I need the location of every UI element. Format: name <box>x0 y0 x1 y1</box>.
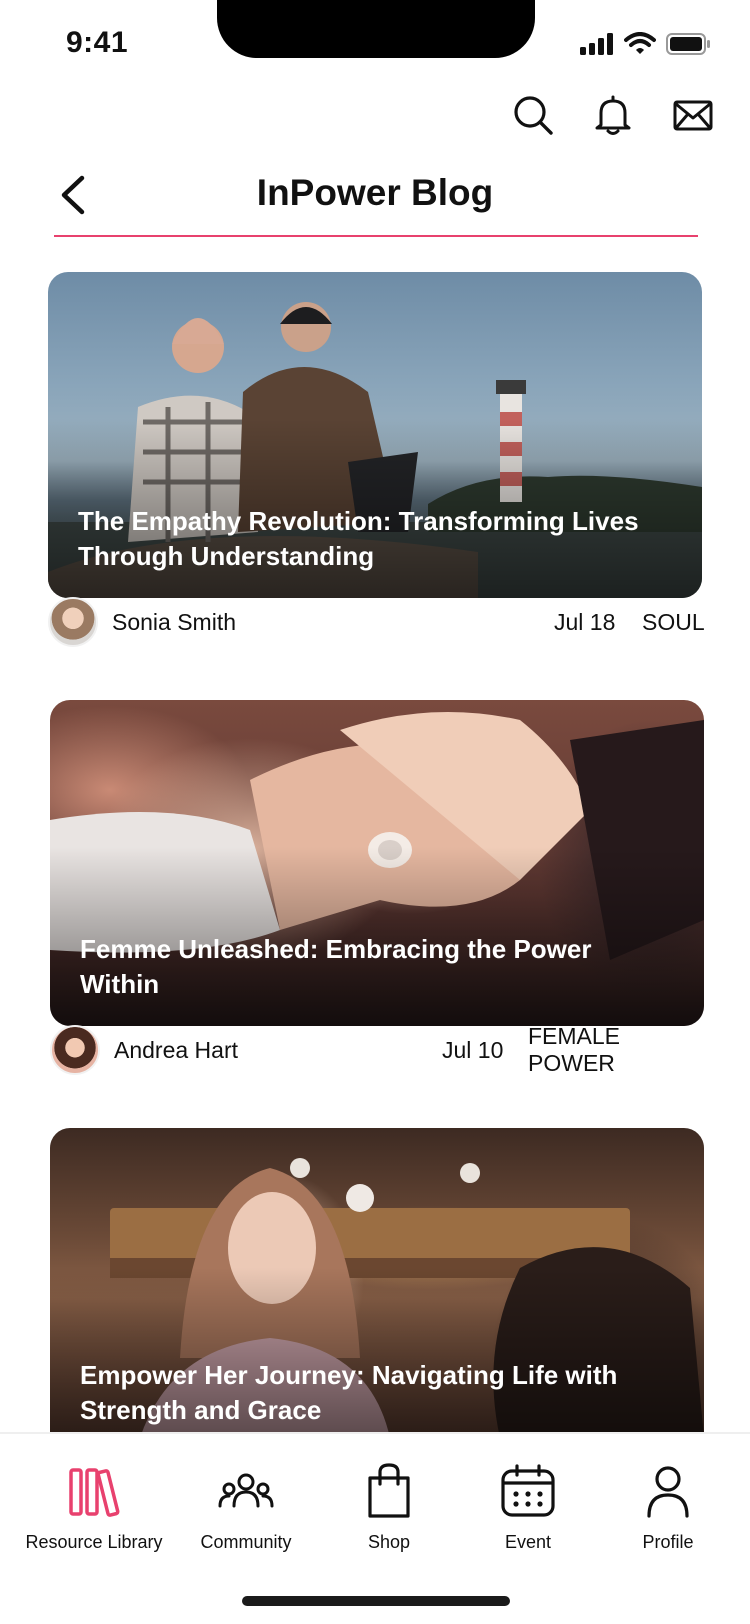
top-actions <box>512 94 714 136</box>
page-title: InPower Blog <box>256 172 494 213</box>
calendar-icon <box>501 1464 555 1517</box>
home-indicator[interactable] <box>242 1596 510 1606</box>
blog-post-card[interactable]: Femme Unleashed: Embracing the Power Wit… <box>50 700 704 1026</box>
blog-post-card[interactable]: Empower Her Journey: Navigating Life wit… <box>50 1128 704 1438</box>
post-category[interactable]: FEMALE POWER <box>528 1023 704 1077</box>
post-meta-row: Sonia Smith Jul 18 SOUL <box>48 596 705 648</box>
books-icon <box>69 1468 120 1517</box>
post-title: Empower Her Journey: Navigating Life wit… <box>80 1360 618 1425</box>
status-time: 9:41 <box>66 26 129 59</box>
avatar <box>50 1025 100 1075</box>
avatar <box>48 597 98 647</box>
nav-label: Profile <box>642 1532 694 1552</box>
blog-post-card[interactable]: The Empathy Revolution: Transforming Liv… <box>48 272 702 598</box>
blog-screen: 9:41 InPower Blog The Empathy Revolution… <box>0 0 750 1624</box>
status-icons <box>580 32 712 56</box>
post-author: Andrea Hart <box>114 1036 239 1063</box>
post-date: Jul 10 <box>442 1036 504 1063</box>
post-date: Jul 18 <box>554 608 616 635</box>
search-icon[interactable] <box>512 94 554 136</box>
community-icon <box>218 1473 274 1508</box>
shopping-bag-icon <box>368 1463 410 1518</box>
post-title: Femme Unleashed: Embracing the Power Wit… <box>80 934 592 999</box>
nav-profile[interactable]: Profile <box>583 1462 750 1553</box>
device-notch <box>217 0 535 58</box>
nav-resource-library[interactable]: Resource Library <box>9 1462 179 1553</box>
signal-icon <box>580 33 613 55</box>
mail-icon[interactable] <box>672 94 714 136</box>
post-title: The Empathy Revolution: Transforming Liv… <box>78 506 639 571</box>
person-icon <box>647 1466 689 1518</box>
nav-label: Resource Library <box>25 1532 163 1552</box>
post-author: Sonia Smith <box>112 608 237 635</box>
wifi-icon <box>624 32 656 54</box>
post-category[interactable]: SOUL <box>642 609 705 636</box>
title-underline <box>54 235 698 237</box>
bell-icon[interactable] <box>592 94 634 136</box>
battery-icon <box>666 33 710 55</box>
post-meta-row: Andrea Hart Jul 10 FEMALE POWER <box>50 1023 704 1077</box>
